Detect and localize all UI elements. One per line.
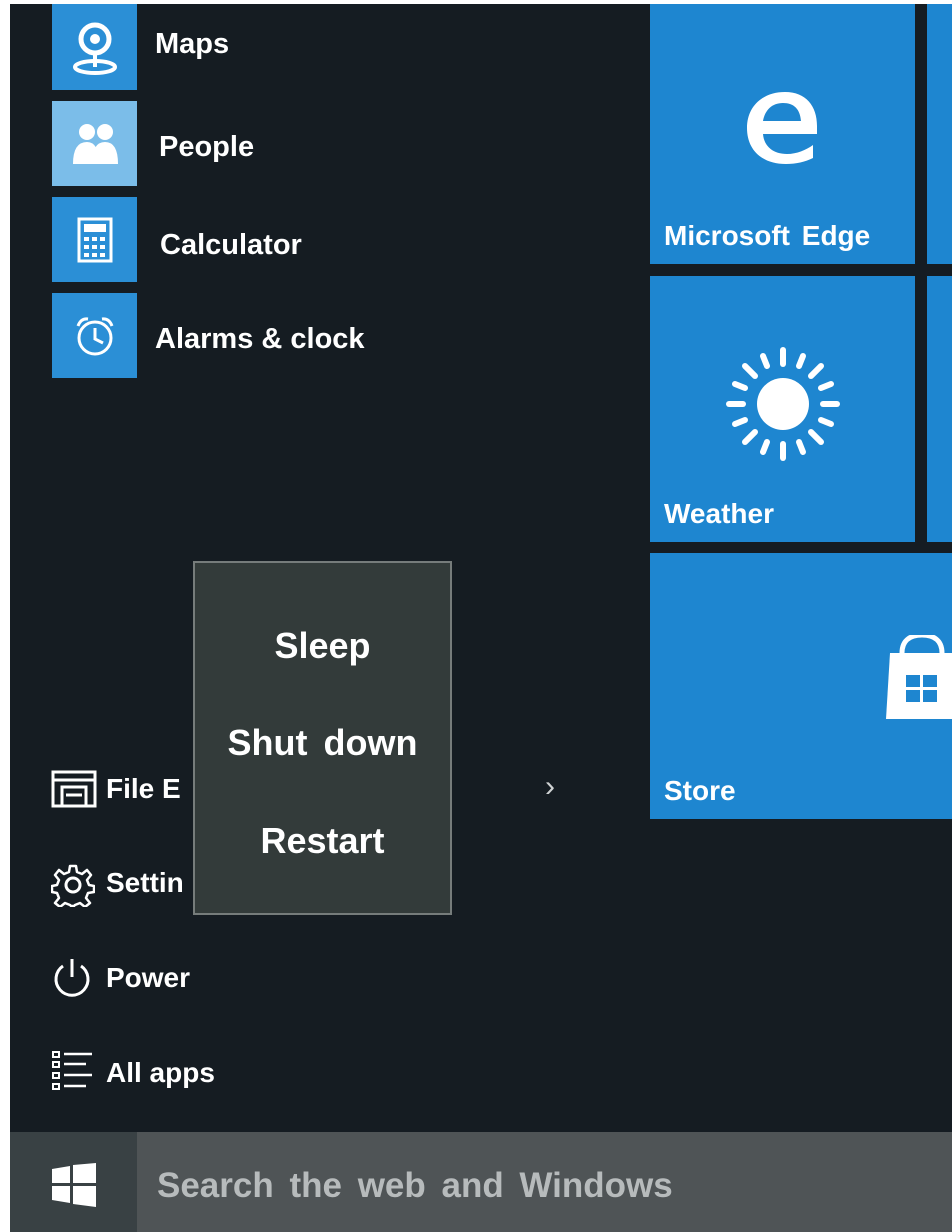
people-app-tile[interactable] [52, 101, 137, 186]
app-label-people[interactable]: People [159, 131, 254, 164]
maps-icon [72, 22, 117, 75]
start-button[interactable] [10, 1132, 137, 1232]
app-label-calculator[interactable]: Calculator [160, 229, 302, 262]
partial-tile-middle[interactable] [927, 276, 952, 542]
alarms-app-tile[interactable] [52, 293, 137, 378]
all-apps-button[interactable]: All apps [106, 1057, 215, 1089]
maps-app-tile[interactable] [52, 4, 137, 90]
people-icon [72, 123, 118, 164]
store-bag-icon [886, 635, 952, 719]
tile-label-weather: Weather [664, 498, 774, 529]
partial-tile-top[interactable] [927, 4, 952, 264]
tile-label-edge: Microsoft Edge [664, 220, 871, 251]
power-button[interactable]: Power [106, 962, 190, 994]
microsoft-edge-tile[interactable]: Microsoft Edge [650, 4, 915, 264]
sun-icon [726, 347, 840, 461]
settings-link[interactable]: Settin [106, 867, 184, 899]
restart-option[interactable]: Restart [195, 820, 450, 862]
power-options-menu: Sleep Shut down Restart [193, 561, 452, 915]
sleep-option[interactable]: Sleep [195, 625, 450, 667]
start-menu: Maps People Calculator Alarms & clock Fi… [10, 4, 952, 1132]
calculator-app-tile[interactable] [52, 197, 137, 282]
edge-logo-icon [747, 92, 817, 164]
shut-down-option[interactable]: Shut down [195, 722, 450, 764]
chevron-right-icon[interactable]: › [545, 770, 555, 804]
tile-label-store: Store [664, 775, 736, 806]
file-explorer-link[interactable]: File E [106, 773, 181, 805]
store-tile[interactable]: Store [650, 553, 952, 819]
gear-icon [51, 864, 95, 907]
calculator-icon [77, 217, 112, 262]
app-label-alarms-clock[interactable]: Alarms & clock [155, 323, 365, 356]
search-placeholder[interactable]: Search the web and Windows [157, 1166, 673, 1206]
file-explorer-icon [51, 770, 97, 808]
list-icon [52, 1051, 92, 1090]
app-label-maps[interactable]: Maps [155, 28, 229, 61]
power-icon [54, 959, 90, 997]
weather-tile[interactable]: Weather [650, 276, 915, 542]
alarm-clock-icon [76, 316, 113, 355]
windows-logo-icon [52, 1163, 96, 1207]
